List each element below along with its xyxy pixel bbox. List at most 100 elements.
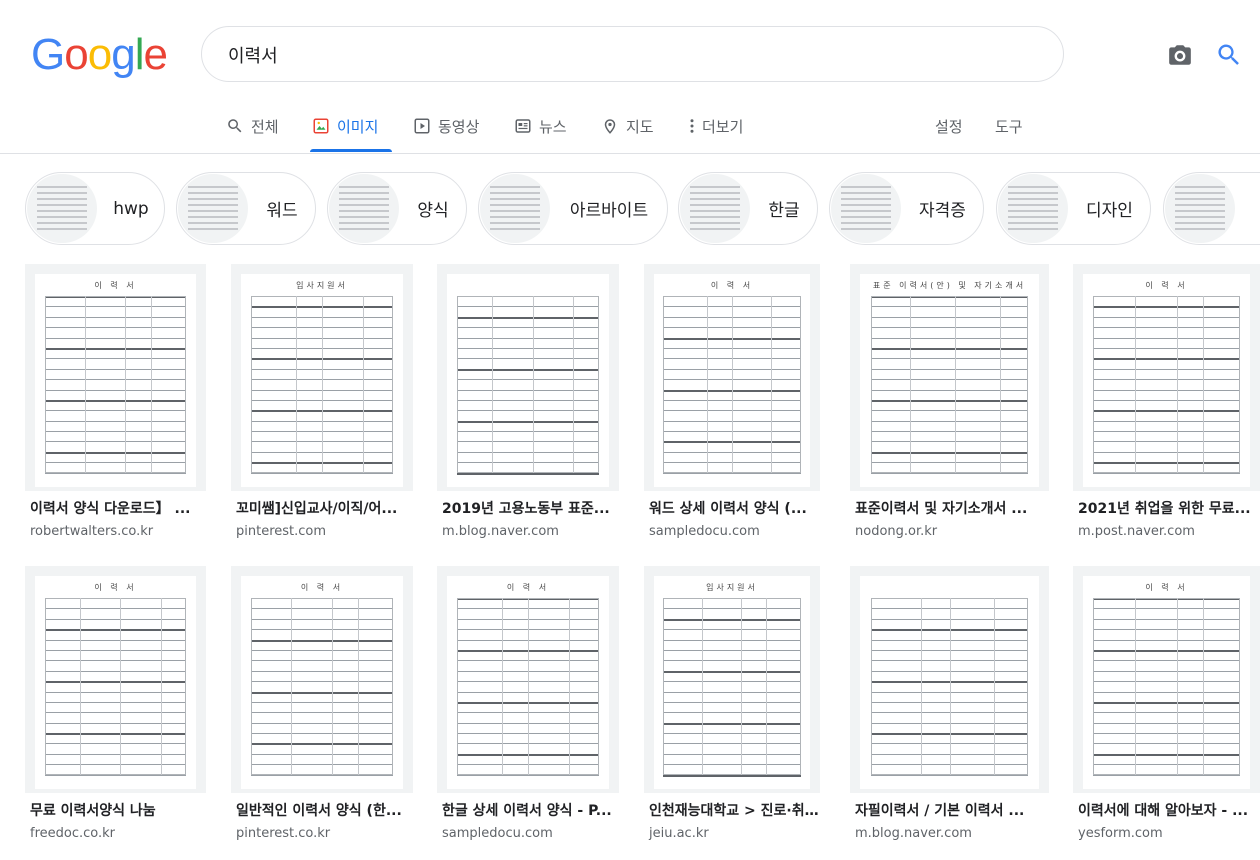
related-chip[interactable]: 자격증 (829, 172, 984, 245)
result-thumbnail[interactable]: 이 력 서 (437, 566, 619, 793)
result-thumbnail[interactable]: 이 력 서 (25, 566, 206, 793)
image-result[interactable]: 이 력 서무료 이력서양식 나눔 freedoc.co.kr (25, 566, 206, 856)
result-thumbnail[interactable]: 이 력 서 (25, 264, 206, 491)
result-title[interactable]: 인천재능대학교 > 진로·취... (649, 800, 820, 820)
result-source[interactable]: pinterest.co.kr (236, 826, 330, 841)
thumbnail-line (188, 222, 238, 224)
image-result[interactable]: 이 력 서한글 상세 이력서 양식 - P... sampledocu.com (437, 566, 619, 856)
form-column-line (766, 598, 768, 775)
result-title[interactable]: 표준이력서 및 자기소개서 ... (855, 498, 1049, 518)
form-column-line (528, 598, 529, 775)
result-source[interactable]: robertwalters.co.kr (30, 524, 153, 539)
result-source[interactable]: freedoc.co.kr (30, 826, 115, 841)
related-chip[interactable]: 워드 (176, 172, 316, 245)
result-source[interactable]: sampledocu.com (649, 524, 760, 539)
form-column-line (910, 296, 912, 473)
form-column-line (322, 296, 323, 473)
result-thumbnail[interactable]: 이 력 서 (1073, 566, 1260, 793)
form-border (456, 296, 600, 473)
thumbnail-line (841, 228, 891, 230)
result-source[interactable]: m.blog.naver.com (855, 826, 972, 841)
chip-label: 포 (1236, 173, 1260, 244)
result-title[interactable]: 이력서 양식 다운로드】 ... (30, 498, 206, 518)
result-title[interactable]: 자필이력서 / 기본 이력서 ... (855, 800, 1049, 820)
google-logo[interactable]: Google (31, 30, 168, 79)
result-source[interactable]: sampledocu.com (442, 826, 553, 841)
result-thumbnail[interactable] (850, 566, 1049, 793)
tools-link[interactable]: 도구 (995, 100, 1023, 152)
result-title[interactable]: 워드 상세 이력서 양식 (... (649, 498, 820, 518)
related-chip[interactable]: 포 (1163, 172, 1260, 245)
result-source[interactable]: m.post.naver.com (1078, 524, 1195, 539)
image-result[interactable]: 표준 이력서(안) 및 자기소개서표준이력서 및 자기소개서 ... nodong… (850, 264, 1049, 554)
thumbnail-line (37, 192, 87, 194)
result-title[interactable]: 이력서에 대해 알아보자 - ... (1078, 800, 1260, 820)
thumbnail-line (1008, 204, 1058, 206)
result-source[interactable]: jeiu.ac.kr (649, 826, 709, 841)
tab-map-pin[interactable]: 지도 (601, 100, 654, 152)
thumbnail-line (841, 210, 891, 212)
image-result[interactable]: 이 력 서 2021년 취업을 위한 무료... m.post.naver.com (1073, 264, 1260, 554)
related-chip[interactable]: 한글 (678, 172, 818, 245)
related-chip[interactable]: 아르바이트 (478, 172, 668, 245)
logo-letter: G (31, 30, 65, 79)
thumbnail-line (1008, 192, 1058, 194)
tab-video[interactable]: 동영상 (413, 100, 479, 152)
image-result[interactable]: 입사지원서인천재능대학교 > 진로·취... jeiu.ac.kr (644, 566, 820, 856)
result-source[interactable]: nodong.or.kr (855, 524, 937, 539)
thumbnail-line (841, 216, 891, 218)
settings-link[interactable]: 설정 (935, 100, 963, 152)
result-source[interactable]: yesform.com (1078, 826, 1163, 841)
form-column-line (291, 598, 293, 775)
thumbnail-line (490, 186, 540, 188)
camera-icon[interactable] (1166, 42, 1194, 68)
related-chip[interactable]: hwp (25, 172, 165, 245)
image-result[interactable]: 이 력 서워드 상세 이력서 양식 (... sampledocu.com (644, 264, 820, 554)
result-thumbnail[interactable]: 표준 이력서(안) 및 자기소개서 (850, 264, 1049, 491)
result-thumbnail[interactable]: 이 력 서 (1073, 264, 1260, 491)
thumbnail-line (339, 192, 389, 194)
tab-search[interactable]: 전체 (226, 100, 279, 152)
related-chip[interactable]: 디자인 (996, 172, 1151, 245)
more-vert-icon (689, 117, 702, 135)
related-chip[interactable]: 양식 (327, 172, 467, 245)
result-title[interactable]: 2019년 고용노동부 표준... (442, 498, 619, 518)
result-thumbnail[interactable] (437, 264, 619, 491)
thumbnail-line (490, 204, 540, 206)
search-box[interactable] (201, 26, 1239, 82)
result-thumbnail[interactable]: 입사지원서 (231, 264, 413, 491)
result-title[interactable]: 무료 이력서양식 나눔 (30, 800, 206, 820)
image-icon (312, 117, 337, 135)
result-thumbnail[interactable]: 입사지원서 (644, 566, 820, 793)
image-result[interactable]: 자필이력서 / 기본 이력서 ... m.blog.naver.com (850, 566, 1049, 856)
tab-news[interactable]: 뉴스 (514, 100, 567, 152)
form-column-line (362, 296, 364, 473)
thumbnail-line (490, 228, 540, 230)
thumbnail-line (841, 198, 891, 200)
thumbnail-line (37, 210, 87, 212)
thumbnail-line (490, 216, 540, 218)
result-title[interactable]: 일반적인 이력서 양식 (한... (236, 800, 413, 820)
search-input[interactable] (226, 39, 930, 71)
image-result[interactable]: 이 력 서이력서 양식 다운로드】 ... robertwalters.co.kr (25, 264, 206, 554)
result-title[interactable]: 꼬미쌤]신입교사/이직/어... (236, 498, 413, 518)
thumbnail-heading: 입사지원서 (706, 583, 758, 592)
image-result[interactable]: 이 력 서일반적인 이력서 양식 (한... pinterest.co.kr (231, 566, 413, 856)
thumbnail-line (690, 216, 740, 218)
tab-image[interactable]: 이미지 (309, 100, 393, 152)
thumbnail-line (1175, 210, 1225, 212)
result-source[interactable]: m.blog.naver.com (442, 524, 559, 539)
result-title[interactable]: 2021년 취업을 위한 무료... (1078, 498, 1260, 518)
search-icon[interactable] (1215, 41, 1243, 69)
result-thumbnail[interactable]: 이 력 서 (644, 264, 820, 491)
result-title[interactable]: 한글 상세 이력서 양식 - P... (442, 800, 619, 820)
result-source[interactable]: pinterest.com (236, 524, 326, 539)
logo-letter: l (134, 30, 145, 79)
image-result[interactable]: 이 력 서이력서에 대해 알아보자 - ... yesform.com (1073, 566, 1260, 856)
form-column-line (532, 296, 534, 473)
thumbnail-line (1175, 198, 1225, 200)
result-thumbnail[interactable]: 이 력 서 (231, 566, 413, 793)
image-result[interactable]: 2019년 고용노동부 표준... m.blog.naver.com (437, 264, 619, 554)
image-result[interactable]: 입사지원서꼬미쌤]신입교사/이직/어... pinterest.com (231, 264, 413, 554)
tab-more-vert[interactable]: 더보기 (689, 100, 743, 152)
